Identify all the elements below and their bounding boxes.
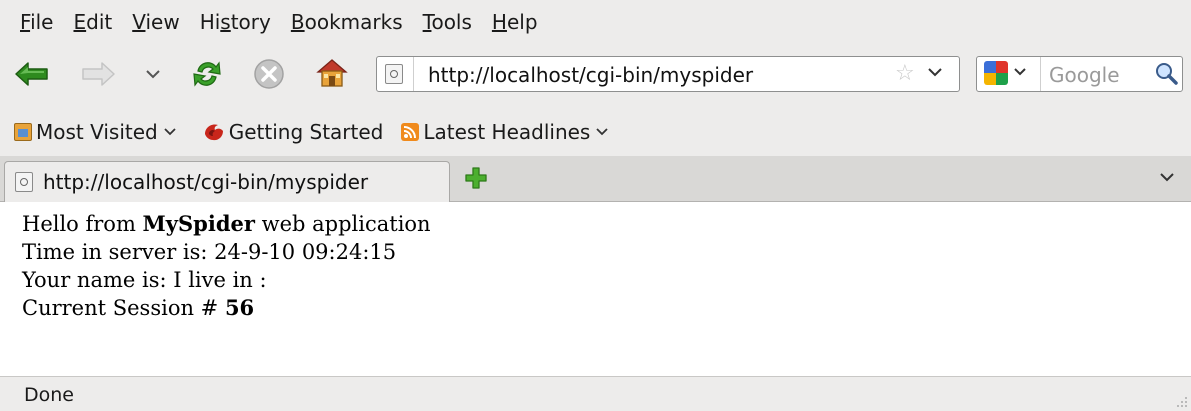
rss-feed-icon: [401, 123, 420, 141]
tab-title: http://localhost/cgi-bin/myspider: [43, 170, 369, 194]
chevron-down-icon: [164, 128, 176, 136]
bookmark-getting-started[interactable]: Getting Started: [203, 120, 384, 144]
url-separator: [413, 57, 414, 91]
folder-icon: [14, 123, 32, 141]
bookmark-latest-headlines[interactable]: Latest Headlines: [401, 120, 609, 144]
chevron-down-icon: [146, 70, 160, 79]
home-button[interactable]: [312, 54, 352, 92]
menu-bar: File Edit View History Bookmarks Tools H…: [0, 0, 1191, 44]
list-all-tabs-button[interactable]: [1159, 168, 1175, 187]
bookmark-label: Most Visited: [36, 120, 158, 144]
menu-edit[interactable]: Edit: [73, 12, 112, 32]
resize-grip-icon[interactable]: [1174, 394, 1188, 408]
session-line: Current Session # 56: [22, 295, 255, 320]
content-text: Hello from MySpider web application Time…: [22, 210, 431, 322]
chevron-down-icon: [928, 68, 942, 77]
search-engine-icon[interactable]: [984, 61, 1008, 85]
user-info-line: Your name is: I live in :: [22, 268, 267, 292]
back-arrow-icon: [15, 62, 48, 86]
magnifier-icon: [1156, 63, 1178, 85]
reload-button[interactable]: [188, 56, 226, 92]
page-icon: [15, 172, 33, 192]
search-button[interactable]: [1153, 60, 1179, 90]
url-dropdown-button[interactable]: [927, 63, 943, 82]
chevron-down-icon: [1160, 173, 1174, 182]
search-engine-dropdown[interactable]: [1013, 63, 1027, 82]
menu-bookmarks[interactable]: Bookmarks: [291, 12, 403, 32]
search-bar[interactable]: Google: [976, 56, 1183, 92]
bookmark-label: Latest Headlines: [423, 120, 591, 144]
status-bar: Done: [0, 376, 1191, 411]
forward-arrow-icon: [82, 62, 115, 86]
status-text: Done: [24, 384, 74, 406]
reload-icon: [193, 61, 221, 87]
menu-tools[interactable]: Tools: [423, 12, 472, 32]
back-button[interactable]: [14, 58, 50, 90]
tab-active[interactable]: http://localhost/cgi-bin/myspider: [4, 161, 450, 202]
bookmark-label: Getting Started: [228, 120, 384, 144]
server-time-line: Time in server is: 24-9-10 09:24:15: [22, 240, 397, 264]
menu-view[interactable]: View: [132, 12, 179, 32]
page-icon: [385, 64, 403, 84]
tab-strip: http://localhost/cgi-bin/myspider: [0, 156, 1191, 202]
chevron-down-icon: [596, 128, 608, 136]
bookmarks-toolbar: Most Visited Getting Started Latest Head…: [0, 108, 1191, 156]
bookmark-star-icon[interactable]: ☆: [895, 61, 915, 86]
navigation-toolbar: http://localhost/cgi-bin/myspider ☆ Goog…: [0, 44, 1191, 108]
new-tab-button[interactable]: [463, 165, 489, 191]
history-dropdown-button[interactable]: [142, 62, 164, 86]
menu-file[interactable]: File: [20, 12, 53, 32]
home-icon: [316, 59, 348, 87]
search-separator: [1040, 57, 1041, 91]
forward-button[interactable]: [80, 58, 116, 90]
search-input[interactable]: Google: [1049, 63, 1120, 87]
firefox-icon: [204, 124, 223, 141]
plus-icon: [465, 167, 487, 189]
page-content: Hello from MySpider web application Time…: [0, 202, 1191, 376]
session-number: 56: [224, 295, 255, 320]
menu-history[interactable]: History: [200, 12, 271, 32]
url-input[interactable]: http://localhost/cgi-bin/myspider: [428, 63, 753, 87]
bookmark-most-visited[interactable]: Most Visited: [14, 120, 177, 144]
stop-button[interactable]: [250, 56, 288, 92]
menu-help[interactable]: Help: [492, 12, 538, 32]
url-bar[interactable]: http://localhost/cgi-bin/myspider ☆: [376, 56, 960, 92]
stop-icon: [254, 59, 284, 89]
app-name: MySpider: [142, 211, 255, 236]
greeting-line: Hello from MySpider web application: [22, 211, 431, 236]
chevron-down-icon: [1014, 68, 1026, 76]
